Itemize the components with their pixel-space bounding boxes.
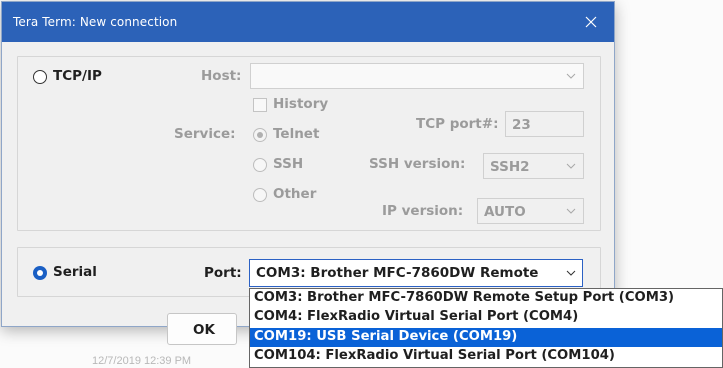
tcpip-radio[interactable]: [33, 70, 47, 84]
ok-button[interactable]: OK: [167, 313, 237, 345]
port-option[interactable]: COM104: FlexRadio Virtual Serial Port (C…: [250, 347, 722, 366]
port-option[interactable]: COM3: Brother MFC-7860DW Remote Setup Po…: [250, 289, 722, 308]
tcpip-label: TCP/IP: [53, 68, 102, 84]
ok-button-label: OK: [193, 322, 215, 338]
port-option-highlighted[interactable]: COM19: USB Serial Device (COM19): [250, 328, 722, 347]
other-label: Other: [273, 186, 317, 202]
serial-radio[interactable]: [33, 266, 47, 280]
port-option-label: COM104: FlexRadio Virtual Serial Port (C…: [254, 348, 615, 363]
ip-version-select[interactable]: AUTO: [477, 198, 584, 224]
service-label: Service:: [174, 126, 236, 142]
chevron-down-icon: [566, 208, 576, 214]
other-radio[interactable]: [253, 188, 267, 202]
ip-version-value: AUTO: [484, 204, 526, 220]
port-option[interactable]: COM4: FlexRadio Virtual Serial Port (COM…: [250, 308, 722, 327]
ssh-version-label: SSH version:: [369, 156, 466, 172]
ssh-radio[interactable]: [253, 158, 267, 172]
history-label: History: [273, 96, 329, 112]
telnet-radio[interactable]: [253, 128, 267, 142]
port-option-label: COM4: FlexRadio Virtual Serial Port (COM…: [254, 309, 579, 324]
close-button[interactable]: [568, 2, 614, 42]
host-label: Host:: [201, 68, 242, 84]
close-icon: [585, 16, 597, 28]
port-option-label: COM19: USB Serial Device (COM19): [254, 329, 518, 344]
telnet-label: Telnet: [273, 126, 320, 142]
history-checkbox[interactable]: [253, 98, 267, 112]
ssh-version-select[interactable]: SSH2: [483, 153, 584, 179]
chevron-down-icon: [566, 163, 576, 169]
ip-version-label: IP version:: [382, 203, 464, 219]
host-combobox[interactable]: [250, 63, 584, 89]
chevron-down-icon: [566, 270, 576, 276]
background-timestamp: 12/7/2019 12:39 PM: [92, 355, 192, 367]
tcp-port-label: TCP port#:: [416, 116, 499, 132]
port-dropdown-list: COM3: Brother MFC-7860DW Remote Setup Po…: [249, 288, 723, 368]
tcp-port-value: 23: [512, 117, 531, 133]
port-option-label: COM3: Brother MFC-7860DW Remote Setup Po…: [254, 290, 675, 305]
dialog-title: Tera Term: New connection: [13, 15, 178, 29]
title-bar[interactable]: Tera Term: New connection: [2, 2, 614, 42]
chevron-down-icon: [566, 73, 576, 79]
ssh-version-value: SSH2: [490, 159, 530, 175]
ssh-label: SSH: [273, 156, 304, 172]
port-select-value: COM3: Brother MFC-7860DW Remote: [256, 265, 539, 281]
port-select[interactable]: COM3: Brother MFC-7860DW Remote: [249, 259, 583, 287]
serial-label: Serial: [53, 264, 97, 280]
tcp-port-input[interactable]: 23: [505, 111, 584, 137]
port-label: Port:: [204, 265, 242, 281]
